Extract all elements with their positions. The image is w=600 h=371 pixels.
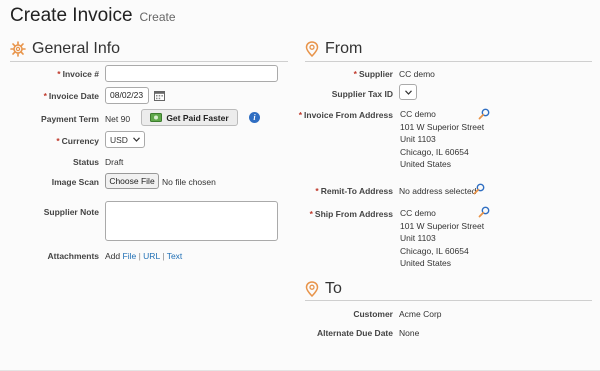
cash-icon [150, 113, 163, 122]
alternate-due-date-label: Alternate Due Date [316, 328, 393, 338]
ship-from-address: CC demo 101 W Superior Street Unit 1103 … [400, 208, 485, 268]
currency-select[interactable]: USD [105, 131, 145, 148]
info-icon[interactable]: i [249, 112, 260, 123]
create-invoice-page: Create Invoice Create General Info * Invo… [0, 0, 600, 371]
invoice-from-address-label: * Invoice From Address [298, 110, 393, 120]
from-title: From [325, 40, 363, 57]
from-divider [305, 61, 592, 62]
attach-url-link[interactable]: URL [143, 251, 160, 261]
image-scan-label: Image Scan [51, 177, 99, 187]
payment-term-label: Payment Term [41, 114, 99, 124]
chevron-down-icon [133, 137, 140, 142]
invoice-number-input[interactable] [105, 65, 278, 82]
customer-label: Customer [353, 309, 393, 319]
search-address-icon[interactable] [473, 183, 485, 195]
currency-label: * Currency [56, 136, 99, 146]
invoice-date-input[interactable]: 08/02/23 [105, 87, 149, 104]
separator: | [138, 251, 141, 261]
status-value: Draft [105, 157, 124, 167]
location-pin-icon [305, 281, 319, 297]
page-header: Create Invoice Create [10, 5, 176, 29]
general-info-title: General Info [32, 40, 121, 57]
separator: | [162, 251, 165, 261]
supplier-note-label: Supplier Note [43, 207, 99, 217]
page-title: Create Invoice [10, 5, 133, 26]
to-title: To [325, 280, 342, 297]
general-info-divider [10, 61, 288, 62]
no-file-chosen-text: No file chosen [162, 177, 216, 187]
attachments-label: Attachments [47, 251, 99, 261]
supplier-value: CC demo [399, 69, 435, 79]
calendar-icon[interactable] [154, 90, 165, 101]
search-address-icon[interactable] [478, 108, 490, 120]
supplier-label: * Supplier [353, 69, 393, 79]
attachments-links: Add File | URL | Text [105, 251, 182, 261]
attach-text-link[interactable]: Text [167, 251, 183, 261]
remit-to-address-label: * Remit-To Address [315, 186, 393, 196]
invoice-number-label: * Invoice # [57, 69, 99, 79]
remit-to-address-value: No address selected [399, 186, 477, 196]
choose-file-button[interactable]: Choose File [105, 173, 159, 189]
supplier-note-textarea[interactable] [105, 201, 278, 241]
from-header: From [305, 40, 362, 58]
to-header: To [305, 280, 342, 298]
alternate-due-date-value: None [399, 328, 420, 338]
status-label: Status [73, 157, 99, 167]
gear-icon [10, 41, 26, 57]
attach-file-link[interactable]: File [123, 251, 137, 261]
payment-term-value: Net 90 [105, 114, 131, 124]
invoice-from-address: CC demo 101 W Superior Street Unit 1103 … [400, 109, 485, 169]
supplier-tax-id-label: Supplier Tax ID [331, 89, 393, 99]
supplier-tax-id-select[interactable] [399, 84, 417, 100]
search-address-icon[interactable] [478, 206, 490, 218]
chevron-down-icon [404, 89, 412, 95]
page-subtitle: Create [139, 10, 176, 24]
customer-value: Acme Corp [399, 309, 442, 319]
attachments-add-text: Add [105, 251, 121, 261]
general-info-header: General Info [10, 40, 120, 58]
invoice-date-label: * Invoice Date [43, 91, 99, 101]
ship-from-address-label: * Ship From Address [309, 209, 393, 219]
get-paid-faster-button[interactable]: Get Paid Faster [141, 109, 238, 126]
location-pin-icon [305, 41, 319, 57]
to-divider [305, 300, 592, 301]
